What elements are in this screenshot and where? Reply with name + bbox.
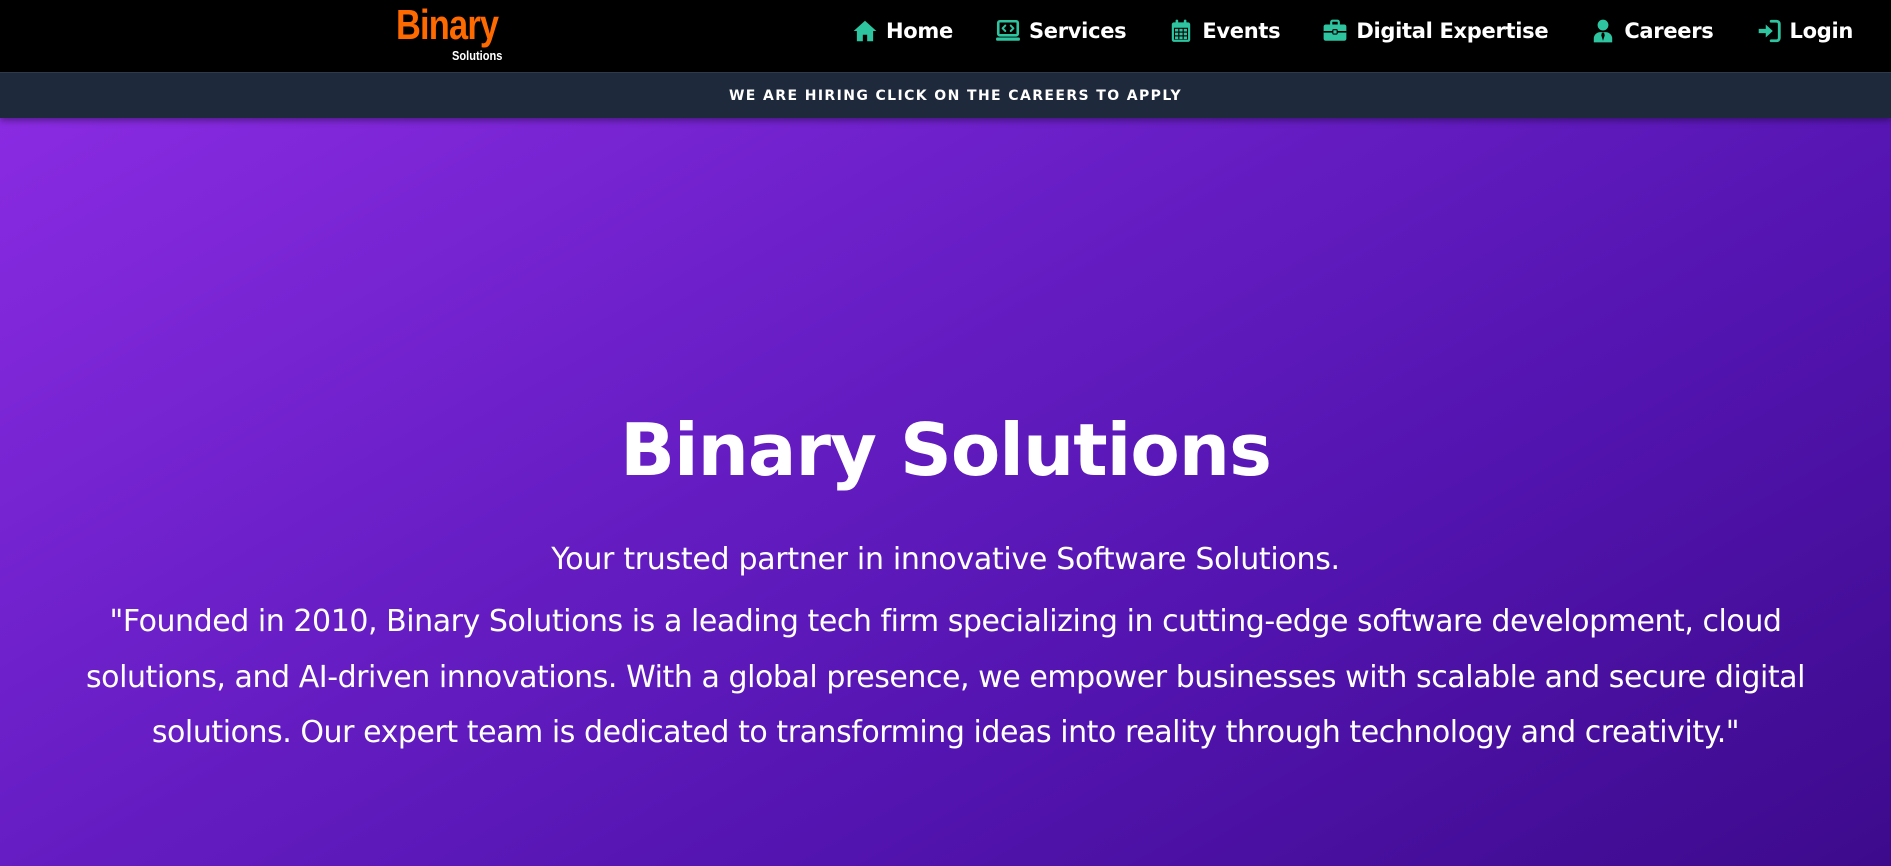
top-navbar: Binary Solutions Home Services Events Di…	[0, 0, 1891, 72]
nav-label-services: Services	[1028, 19, 1127, 43]
logo-sub-text: Solutions	[452, 48, 503, 63]
main-nav: Home Services Events Digital Expertise C…	[810, 0, 1853, 62]
nav-label-login: Login	[1789, 19, 1854, 43]
nav-item-careers[interactable]: Careers	[1590, 18, 1714, 44]
nav-item-login[interactable]: Login	[1756, 18, 1854, 44]
nav-item-home[interactable]: Home	[852, 18, 953, 44]
hiring-banner-text: WE ARE HIRING CLICK ON THE CAREERS TO AP…	[728, 87, 1183, 104]
hero-subtitle: Your trusted partner in innovative Softw…	[551, 542, 1340, 577]
nav-item-digital-expertise[interactable]: Digital Expertise	[1322, 18, 1549, 44]
sign-in-icon	[1756, 18, 1782, 44]
code-laptop-icon	[995, 18, 1021, 44]
nav-label-events: Events	[1202, 19, 1281, 43]
hero-description: "Founded in 2010, Binary Solutions is a …	[86, 604, 1805, 750]
hero-section: Binary Solutions Your trusted partner in…	[0, 117, 1891, 866]
nav-label-home: Home	[886, 19, 953, 43]
logo-main-text: Binary	[396, 1, 499, 48]
calendar-icon	[1168, 18, 1194, 44]
home-icon	[852, 18, 878, 44]
nav-item-services[interactable]: Services	[995, 18, 1127, 44]
logo[interactable]: Binary Solutions	[396, 0, 516, 68]
hero-title: Binary Solutions	[620, 408, 1272, 492]
nav-item-events[interactable]: Events	[1168, 18, 1281, 44]
nav-label-careers: Careers	[1624, 19, 1714, 43]
user-tie-icon	[1590, 18, 1616, 44]
briefcase-icon	[1322, 18, 1348, 44]
hiring-banner[interactable]: WE ARE HIRING CLICK ON THE CAREERS TO AP…	[0, 72, 1891, 118]
nav-label-digital-expertise: Digital Expertise	[1356, 19, 1549, 43]
page: Binary Solutions Home Services Events Di…	[0, 0, 1891, 866]
